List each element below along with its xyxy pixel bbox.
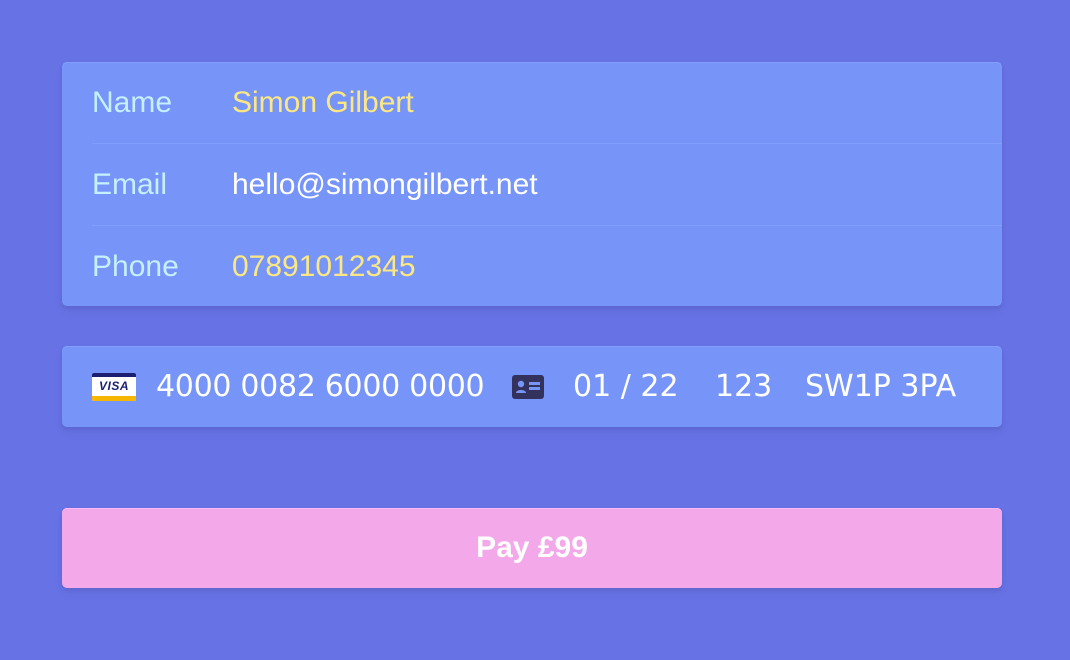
- name-label: Name: [92, 85, 173, 119]
- email-label: Email: [92, 167, 168, 201]
- card-cvc-input[interactable]: 123: [715, 370, 772, 404]
- phone-label: Phone: [92, 249, 179, 283]
- phone-row: Phone 07891012345: [92, 225, 1002, 307]
- name-input[interactable]: Simon Gilbert: [232, 86, 414, 120]
- pay-button[interactable]: Pay £99: [62, 508, 1002, 588]
- visa-brand-text: VISA: [98, 379, 129, 393]
- visa-icon: VISA: [92, 373, 136, 401]
- card-postal-input[interactable]: SW1P 3PA: [805, 370, 956, 404]
- email-row: Email hello@simongilbert.net: [92, 143, 1002, 225]
- name-row: Name Simon Gilbert: [92, 62, 1002, 143]
- card-element[interactable]: VISA 4000 0082 6000 0000 01 / 22 123 SW1…: [62, 346, 1002, 427]
- card-number-input[interactable]: 4000 0082 6000 0000: [156, 370, 485, 404]
- phone-input[interactable]: 07891012345: [232, 250, 416, 284]
- card-expiry-input[interactable]: 01 / 22: [573, 370, 679, 404]
- contact-details-panel: Name Simon Gilbert Email hello@simongilb…: [62, 62, 1002, 306]
- email-input[interactable]: hello@simongilbert.net: [232, 168, 538, 202]
- card-id-icon: [512, 375, 544, 399]
